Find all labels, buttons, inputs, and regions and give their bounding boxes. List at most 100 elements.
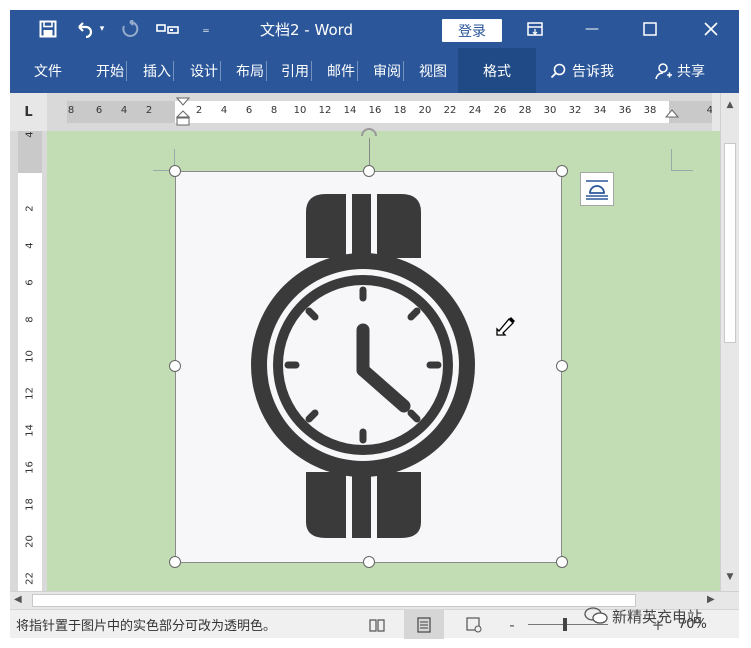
page-icon bbox=[417, 616, 431, 633]
ribbon-tabs: 文件 开始 插入 设计 布局 引用 邮件 审阅 视图 格式 告诉我 共享 bbox=[10, 48, 739, 93]
qat-more-button[interactable]: ₌ bbox=[196, 10, 216, 48]
ruler-tick: 30 bbox=[543, 105, 557, 116]
ruler-tick: 18 bbox=[24, 498, 36, 511]
watermark-text: 新精英充电站 bbox=[612, 607, 703, 626]
selected-picture[interactable] bbox=[175, 171, 562, 563]
ruler-tick: 22 bbox=[24, 572, 36, 585]
save-icon bbox=[39, 20, 57, 38]
rotate-handle[interactable] bbox=[359, 126, 379, 140]
undo-icon bbox=[78, 22, 93, 38]
left-gutter bbox=[10, 131, 18, 591]
ruler-tick: 4 bbox=[24, 242, 36, 249]
book-icon bbox=[369, 618, 385, 632]
wechat-logo-icon bbox=[584, 607, 608, 624]
tab-mailings[interactable]: 邮件 bbox=[327, 48, 358, 93]
maximize-button[interactable] bbox=[635, 10, 665, 48]
tab-file[interactable]: 文件 bbox=[34, 48, 62, 93]
tab-review[interactable]: 审阅 bbox=[373, 48, 404, 93]
scroll-up-button[interactable]: ▲ bbox=[724, 99, 736, 111]
ruler-tick: 14 bbox=[24, 424, 36, 437]
share-label: 共享 bbox=[677, 63, 705, 80]
resize-handle-sw[interactable] bbox=[169, 556, 181, 568]
scroll-right-button[interactable]: ▶ bbox=[707, 594, 715, 605]
ruler-tick: 6 bbox=[24, 279, 36, 286]
watermark: 新精英充电站 bbox=[584, 604, 702, 628]
horizontal-ruler[interactable]: 8 6 4 2 2 4 6 8 10 12 14 16 18 20 22 24 … bbox=[67, 97, 727, 126]
ruler-tick: 4 bbox=[220, 105, 228, 116]
ruler-tick: 20 bbox=[24, 535, 36, 548]
ruler-tick: 2 bbox=[24, 205, 36, 212]
vertical-scrollbar[interactable]: ▲ ▼ bbox=[720, 93, 739, 591]
ruler-tick: 4 bbox=[120, 105, 128, 116]
print-layout-button[interactable] bbox=[404, 610, 444, 639]
customize-button[interactable] bbox=[150, 10, 186, 48]
zoom-out-button[interactable]: - bbox=[504, 610, 520, 639]
tab-layout[interactable]: 布局 bbox=[236, 48, 267, 93]
resize-handle-n[interactable] bbox=[363, 165, 375, 177]
save-button[interactable] bbox=[34, 10, 62, 48]
tell-me-label: 告诉我 bbox=[572, 63, 614, 80]
ribbon-display-icon bbox=[527, 22, 543, 36]
ruler-tick: 38 bbox=[643, 105, 657, 116]
layout-options-button[interactable] bbox=[580, 172, 614, 206]
tell-me-search[interactable]: 告诉我 bbox=[550, 48, 614, 93]
resize-handle-e[interactable] bbox=[556, 360, 568, 372]
zoom-slider-thumb[interactable] bbox=[563, 618, 567, 631]
text-wrap-icon bbox=[586, 180, 608, 200]
scroll-left-button[interactable]: ◀ bbox=[14, 594, 22, 605]
web-layout-button[interactable] bbox=[462, 610, 486, 639]
person-icon bbox=[655, 62, 672, 79]
ruler-tick: 34 bbox=[593, 105, 607, 116]
right-indent-marker[interactable] bbox=[665, 109, 679, 121]
resize-handle-w[interactable] bbox=[169, 360, 181, 372]
vertical-ruler[interactable]: 4 2 4 6 8 10 12 14 16 18 20 22 bbox=[18, 131, 42, 591]
share-button[interactable]: 共享 bbox=[655, 48, 705, 93]
ruler-tick: 12 bbox=[318, 105, 332, 116]
ruler-tick: 10 bbox=[24, 350, 36, 363]
undo-button[interactable] bbox=[72, 10, 96, 48]
ruler-tick: 4 bbox=[24, 131, 36, 138]
format-painter-icon bbox=[156, 24, 179, 34]
ruler-tick: 26 bbox=[493, 105, 507, 116]
ruler-tick: 28 bbox=[518, 105, 532, 116]
read-mode-button[interactable] bbox=[366, 610, 388, 639]
close-icon bbox=[704, 22, 718, 36]
maximize-icon bbox=[643, 22, 657, 36]
tab-home[interactable]: 开始 bbox=[96, 48, 127, 93]
resize-handle-ne[interactable] bbox=[556, 165, 568, 177]
ruler-tick: 6 bbox=[245, 105, 253, 116]
minimize-button[interactable]: — bbox=[577, 10, 607, 48]
ruler-tick: 24 bbox=[468, 105, 482, 116]
redo-button[interactable] bbox=[118, 10, 142, 48]
window-title: 文档2 - Word bbox=[260, 20, 354, 39]
ruler-tick: 10 bbox=[293, 105, 307, 116]
close-button[interactable] bbox=[696, 10, 726, 48]
tab-insert[interactable]: 插入 bbox=[143, 48, 174, 93]
vertical-scroll-thumb[interactable] bbox=[724, 143, 736, 343]
web-page-icon bbox=[466, 616, 482, 632]
ruler-tick: 22 bbox=[443, 105, 457, 116]
horizontal-scroll-thumb[interactable] bbox=[32, 594, 636, 607]
resize-handle-s[interactable] bbox=[363, 556, 375, 568]
tab-references[interactable]: 引用 bbox=[281, 48, 312, 93]
login-button[interactable]: 登录 bbox=[442, 19, 502, 42]
ruler-tick: 32 bbox=[568, 105, 582, 116]
resize-handle-nw[interactable] bbox=[169, 165, 181, 177]
undo-dropdown[interactable]: ▾ bbox=[96, 10, 108, 48]
tab-design[interactable]: 设计 bbox=[190, 48, 221, 93]
tab-format[interactable]: 格式 bbox=[458, 48, 536, 93]
ruler-tick: 8 bbox=[67, 105, 75, 116]
ribbon-display-button[interactable] bbox=[520, 10, 550, 48]
ruler-tick: 2 bbox=[145, 105, 153, 116]
tab-selector[interactable]: L bbox=[10, 93, 47, 131]
top-right-margin-mark bbox=[671, 149, 693, 171]
tab-view[interactable]: 视图 bbox=[419, 48, 447, 93]
scroll-down-button[interactable]: ▼ bbox=[724, 571, 736, 583]
title-bar: ▾ ₌ 文档2 - Word 登录 — bbox=[10, 10, 739, 48]
resize-handle-se[interactable] bbox=[556, 556, 568, 568]
watch-icon bbox=[251, 194, 475, 538]
first-line-indent-marker[interactable] bbox=[176, 97, 190, 127]
ruler-tick: 36 bbox=[618, 105, 632, 116]
ruler-tick: 8 bbox=[270, 105, 278, 116]
ruler-tick: 16 bbox=[24, 461, 36, 474]
